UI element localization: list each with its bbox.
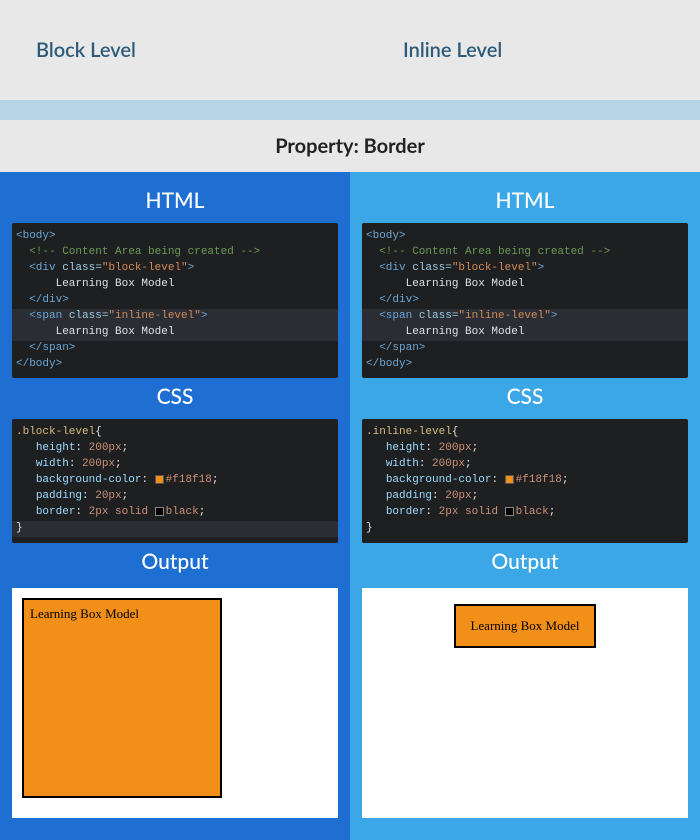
- code-text: 200px: [82, 458, 115, 470]
- code-text: >: [188, 262, 195, 274]
- column-inline-level: HTML <body> <!-- Content Area being crea…: [350, 172, 700, 840]
- heading-html-left: HTML: [12, 182, 338, 223]
- code-text: 20px: [445, 490, 471, 502]
- code-text: </div>: [29, 294, 69, 306]
- code-text: Learning Box Model: [406, 278, 525, 290]
- code-text: </div>: [379, 294, 419, 306]
- code-text: class=: [62, 262, 102, 274]
- column-block-level: HTML <body> <!-- Content Area being crea…: [0, 172, 350, 840]
- code-text: Learning Box Model: [56, 278, 175, 290]
- block-level-demo: Learning Box Model: [22, 598, 222, 798]
- code-text: border: [386, 506, 426, 518]
- heading-css-left: CSS: [12, 378, 338, 419]
- code-text: >: [201, 310, 208, 322]
- code-text: background-color: [386, 474, 492, 486]
- code-text: .inline-level: [366, 426, 452, 438]
- code-text: 200px: [89, 442, 122, 454]
- color-swatch-icon: [155, 507, 164, 516]
- code-text: >: [538, 262, 545, 274]
- output-area-right: Learning Box Model: [362, 588, 688, 818]
- code-text: "inline-level": [458, 310, 550, 322]
- code-text: padding: [386, 490, 432, 502]
- code-text: .block-level: [16, 426, 95, 438]
- code-text: class=: [69, 310, 109, 322]
- code-text: class=: [412, 262, 452, 274]
- code-text: <div: [379, 262, 412, 274]
- code-text: solid: [115, 506, 148, 518]
- heading-css-right: CSS: [362, 378, 688, 419]
- code-text: #f18f18: [166, 474, 212, 486]
- color-swatch-icon: [505, 507, 514, 516]
- code-text: <!-- Content Area being created -->: [29, 246, 260, 258]
- code-text: <div: [29, 262, 62, 274]
- code-text: <body>: [16, 230, 56, 242]
- heading-html-right: HTML: [362, 182, 688, 223]
- code-text: padding: [36, 490, 82, 502]
- code-text: 2px: [89, 506, 109, 518]
- code-text: Learning Box Model: [406, 326, 525, 338]
- code-text: background-color: [36, 474, 142, 486]
- code-text: </body>: [16, 358, 62, 370]
- code-text: "block-level": [452, 262, 538, 274]
- code-text: class=: [419, 310, 459, 322]
- code-text: <body>: [366, 230, 406, 242]
- code-text: >: [551, 310, 558, 322]
- code-text: </body>: [366, 358, 412, 370]
- code-text: height: [386, 442, 426, 454]
- code-text: <span: [379, 310, 419, 322]
- heading-output-right: Output: [362, 543, 688, 584]
- tab-inline-level[interactable]: Inline Level: [333, 38, 700, 62]
- code-html-right: <body> <!-- Content Area being created -…: [362, 223, 688, 378]
- code-css-left: .block-level{ height: 200px; width: 200p…: [12, 419, 338, 543]
- code-css-right: .inline-level{ height: 200px; width: 200…: [362, 419, 688, 543]
- section-title: Property: Border: [0, 120, 700, 172]
- inline-demo-wrap: Learning Box Model: [372, 598, 678, 648]
- code-text: width: [386, 458, 419, 470]
- code-text: "block-level": [102, 262, 188, 274]
- inline-level-demo: Learning Box Model: [454, 604, 595, 648]
- code-text: </span>: [29, 342, 75, 354]
- heading-output-left: Output: [12, 543, 338, 584]
- code-text: border: [36, 506, 76, 518]
- code-text: 2px: [439, 506, 459, 518]
- accent-bar: [0, 100, 700, 120]
- code-text: 200px: [432, 458, 465, 470]
- code-text: height: [36, 442, 76, 454]
- color-swatch-icon: [155, 475, 164, 484]
- code-text: solid: [465, 506, 498, 518]
- code-text: width: [36, 458, 69, 470]
- code-text: black: [516, 506, 549, 518]
- columns: HTML <body> <!-- Content Area being crea…: [0, 172, 700, 840]
- code-text: Learning Box Model: [56, 326, 175, 338]
- code-text: </span>: [379, 342, 425, 354]
- code-text: 200px: [439, 442, 472, 454]
- code-text: #f18f18: [516, 474, 562, 486]
- code-text: 20px: [95, 490, 121, 502]
- code-text: black: [166, 506, 199, 518]
- code-text: "inline-level": [108, 310, 200, 322]
- code-text: <!-- Content Area being created -->: [379, 246, 610, 258]
- code-text: <span: [29, 310, 69, 322]
- code-html-left: <body> <!-- Content Area being created -…: [12, 223, 338, 378]
- output-area-left: Learning Box Model: [12, 588, 338, 818]
- tabs-row: Block Level Inline Level: [0, 0, 700, 100]
- tab-block-level[interactable]: Block Level: [0, 38, 333, 62]
- color-swatch-icon: [505, 475, 514, 484]
